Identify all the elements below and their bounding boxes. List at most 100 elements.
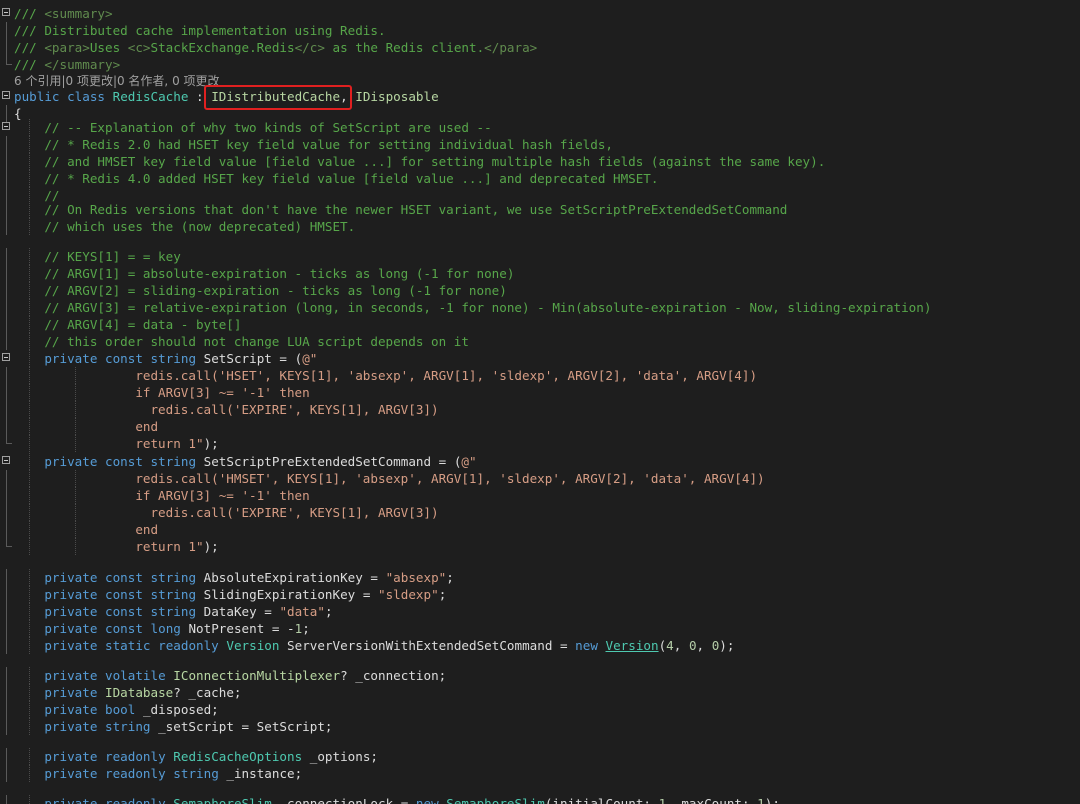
code-token: (initialCount: bbox=[544, 796, 659, 804]
code-line[interactable]: private readonly string _instance; bbox=[0, 765, 1080, 782]
code-token: // -- Explanation of why two kinds of Se… bbox=[14, 120, 492, 135]
fold-line-icon bbox=[6, 201, 7, 218]
code-token: static bbox=[105, 638, 151, 653]
code-line[interactable]: // ARGV[1] = absolute-expiration - ticks… bbox=[0, 265, 1080, 282]
fold-line-icon bbox=[6, 487, 7, 504]
code-line[interactable]: /// Distributed cache implementation usi… bbox=[0, 22, 1080, 39]
fold-gutter[interactable] bbox=[0, 453, 14, 470]
fold-gutter bbox=[0, 39, 14, 56]
code-line[interactable]: // which uses the (now deprecated) HMSET… bbox=[0, 218, 1080, 235]
code-line[interactable]: // and HMSET key field value [field valu… bbox=[0, 153, 1080, 170]
indent-guide bbox=[74, 384, 76, 401]
code-token: <para> bbox=[44, 40, 90, 55]
code-line[interactable]: redis.call('EXPIRE', KEYS[1], ARGV[3]) bbox=[0, 401, 1080, 418]
code-line[interactable]: /// </summary> bbox=[0, 56, 1080, 73]
fold-gutter[interactable] bbox=[0, 119, 14, 136]
code-line[interactable]: // * Redis 4.0 added HSET key field valu… bbox=[0, 170, 1080, 187]
code-line[interactable]: private const string SlidingExpirationKe… bbox=[0, 586, 1080, 603]
code-line[interactable]: // ARGV[2] = sliding-expiration - ticks … bbox=[0, 282, 1080, 299]
code-line[interactable]: // -- Explanation of why two kinds of Se… bbox=[0, 119, 1080, 136]
code-token: // ARGV[1] = absolute-expiration - ticks… bbox=[14, 266, 515, 281]
collapse-icon[interactable] bbox=[2, 456, 10, 464]
code-line[interactable]: // ARGV[4] = data - byte[] bbox=[0, 316, 1080, 333]
fold-gutter bbox=[0, 201, 14, 218]
fold-line-icon bbox=[6, 384, 7, 401]
code-line[interactable]: return 1"); bbox=[0, 538, 1080, 555]
code-line[interactable]: end bbox=[0, 418, 1080, 435]
code-line[interactable]: /// <para>Uses <c>StackExchange.Redis</c… bbox=[0, 39, 1080, 56]
indent-guide bbox=[29, 586, 31, 603]
code-token: "data" bbox=[279, 604, 325, 619]
code-token: volatile bbox=[105, 668, 166, 683]
fold-gutter[interactable] bbox=[0, 5, 14, 22]
code-line[interactable]: // KEYS[1] = = key bbox=[0, 248, 1080, 265]
code-line[interactable]: private bool _disposed; bbox=[0, 701, 1080, 718]
fold-gutter bbox=[0, 316, 14, 333]
code-text: redis.call('HMSET', KEYS[1], 'absexp', A… bbox=[14, 470, 764, 487]
collapse-icon[interactable] bbox=[2, 91, 10, 99]
indent-guide bbox=[29, 418, 31, 435]
fold-gutter[interactable] bbox=[0, 88, 14, 105]
code-line[interactable]: private const string SetScript = (@" bbox=[0, 350, 1080, 367]
fold-line-icon bbox=[6, 603, 7, 620]
code-line[interactable]: private readonly SemaphoreSlim _connecti… bbox=[0, 795, 1080, 804]
code-token: DataKey = bbox=[196, 604, 280, 619]
collapse-icon[interactable] bbox=[2, 122, 10, 130]
code-line[interactable]: if ARGV[3] ~= '-1' then bbox=[0, 384, 1080, 401]
code-line[interactable]: private static readonly Version ServerVe… bbox=[0, 637, 1080, 654]
code-line[interactable]: private const string DataKey = "data"; bbox=[0, 603, 1080, 620]
code-token: /// bbox=[14, 6, 45, 21]
code-line[interactable]: // * Redis 2.0 had HSET key field value … bbox=[0, 136, 1080, 153]
code-line[interactable]: 6 个引用|0 项更改|0 名作者, 0 项更改 bbox=[0, 72, 1080, 89]
fold-gutter bbox=[0, 603, 14, 620]
code-token: new bbox=[415, 796, 439, 804]
code-line[interactable]: private const string AbsoluteExpirationK… bbox=[0, 569, 1080, 586]
code-token: AbsoluteExpirationKey = bbox=[196, 570, 386, 585]
code-line[interactable]: private volatile IConnectionMultiplexer?… bbox=[0, 667, 1080, 684]
code-token: return 1" bbox=[14, 539, 204, 554]
code-line[interactable]: private IDatabase? _cache; bbox=[0, 684, 1080, 701]
code-line[interactable]: public class RedisCache : IDistributedCa… bbox=[0, 88, 1080, 105]
fold-gutter bbox=[0, 718, 14, 735]
fold-gutter bbox=[0, 72, 14, 89]
fold-gutter bbox=[0, 218, 14, 235]
code-line[interactable]: return 1"); bbox=[0, 435, 1080, 452]
code-token: if ARGV[3] ~= '-1' then bbox=[14, 488, 310, 503]
code-token: string bbox=[105, 719, 151, 734]
code-line[interactable]: // ARGV[3] = relative-expiration (long, … bbox=[0, 299, 1080, 316]
code-token: private bbox=[44, 604, 98, 619]
code-line[interactable]: // this order should not change LUA scri… bbox=[0, 333, 1080, 350]
code-line[interactable]: private readonly RedisCacheOptions _opti… bbox=[0, 748, 1080, 765]
code-token: const bbox=[105, 604, 143, 619]
code-editor[interactable]: /// <summary>/// Distributed cache imple… bbox=[0, 0, 1080, 804]
collapse-icon[interactable] bbox=[2, 8, 10, 16]
fold-gutter[interactable] bbox=[0, 350, 14, 367]
code-token: private bbox=[44, 570, 98, 585]
collapse-icon[interactable] bbox=[2, 353, 10, 361]
code-line[interactable]: /// <summary> bbox=[0, 5, 1080, 22]
code-line[interactable]: redis.call('HMSET', KEYS[1], 'absexp', A… bbox=[0, 470, 1080, 487]
code-line[interactable]: end bbox=[0, 521, 1080, 538]
code-line[interactable]: // On Redis versions that don't have the… bbox=[0, 201, 1080, 218]
code-token: SetScript = ( bbox=[196, 351, 303, 366]
code-token: Uses bbox=[89, 40, 128, 55]
code-line[interactable]: private const string SetScriptPreExtende… bbox=[0, 453, 1080, 470]
code-line[interactable]: private const long NotPresent = -1; bbox=[0, 620, 1080, 637]
code-token: readonly bbox=[105, 796, 166, 804]
code-text: private string _setScript = SetScript; bbox=[14, 718, 332, 735]
fold-line-icon bbox=[6, 333, 7, 350]
fold-line-icon bbox=[6, 136, 7, 153]
code-line[interactable]: private string _setScript = SetScript; bbox=[0, 718, 1080, 735]
code-line[interactable]: redis.call('EXPIRE', KEYS[1], ARGV[3]) bbox=[0, 504, 1080, 521]
code-line[interactable]: redis.call('HSET', KEYS[1], 'absexp', AR… bbox=[0, 367, 1080, 384]
code-token: /// Distributed cache implementation usi… bbox=[14, 23, 386, 38]
code-text: end bbox=[14, 521, 158, 538]
code-line[interactable]: if ARGV[3] ~= '-1' then bbox=[0, 487, 1080, 504]
code-text: // ARGV[2] = sliding-expiration - ticks … bbox=[14, 282, 507, 299]
code-text: private readonly SemaphoreSlim _connecti… bbox=[14, 795, 780, 804]
fold-gutter bbox=[0, 504, 14, 521]
